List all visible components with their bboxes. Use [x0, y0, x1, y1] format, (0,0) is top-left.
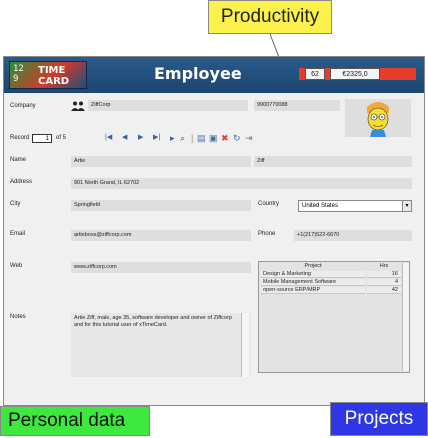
phone-label: Phone — [258, 231, 276, 237]
badge-accent-right — [380, 68, 416, 80]
timecard-window: 12 9 TIME CARD Employee 62 €2325,0 Compa… — [3, 56, 425, 406]
record-number-input[interactable]: 1 — [32, 134, 52, 143]
project-row-hours[interactable]: 42 — [367, 287, 401, 294]
refresh-icon[interactable]: ↻ — [233, 133, 241, 143]
last-name-field[interactable]: Ziff — [254, 156, 412, 167]
logo-text: TIME CARD — [38, 65, 69, 87]
country-select[interactable]: United States ▾ — [298, 200, 412, 212]
page-title: Employee — [154, 64, 242, 83]
project-row-hours[interactable]: 4 — [367, 279, 401, 286]
phone-field[interactable]: +1(217)522-6670 — [294, 230, 412, 241]
projects-table: Project Hrs Design & Marketing 16 Mobile… — [258, 261, 410, 373]
prev-record-button[interactable]: ◀ — [122, 133, 127, 141]
notes-scrollbar[interactable] — [241, 313, 249, 377]
next-record-button[interactable]: ▶ — [138, 133, 143, 141]
logo-digits: 12 9 — [13, 64, 24, 84]
notes-textarea[interactable]: Artie Ziff, male, age 35, software devel… — [71, 313, 251, 377]
email-label: Email — [10, 231, 26, 237]
delete-icon[interactable]: ✖ — [221, 133, 229, 143]
city-label: City — [10, 201, 21, 207]
company-label: Company — [10, 103, 36, 109]
logo-line-2: CARD — [38, 76, 70, 87]
address-field[interactable]: 901 North Grand, IL 62702 — [71, 178, 412, 189]
country-label: Country — [258, 201, 280, 207]
portrait-image-icon — [367, 102, 389, 137]
company-number-field[interactable]: 9900770088 — [254, 100, 340, 111]
callout-productivity: Productivity — [208, 0, 332, 34]
last-record-button[interactable]: ▶| — [153, 133, 160, 141]
project-row-name[interactable]: open-source ERP/MRP — [261, 287, 365, 294]
project-row-name[interactable]: Mobile Management Software — [261, 279, 365, 286]
exit-icon[interactable]: ⇥ — [245, 133, 253, 143]
separator-icon: | — [191, 133, 194, 143]
search-icon[interactable]: ⌕ — [180, 133, 185, 143]
web-label: Web — [10, 263, 23, 269]
save-icon[interactable]: ▣ — [209, 133, 218, 143]
hours-count-badge: 62 — [305, 68, 325, 80]
amount-badge: €2325,0 — [330, 68, 380, 80]
company-people-icon — [71, 101, 85, 111]
record-count-label: of 5 — [56, 135, 67, 141]
new-record-icon[interactable]: ▸ — [170, 133, 175, 143]
print-icon[interactable]: ▤ — [197, 133, 206, 143]
hours-column-header[interactable]: Hrs — [367, 263, 401, 270]
address-label: Address — [10, 179, 33, 185]
app-logo: 12 9 TIME CARD — [9, 61, 87, 89]
projects-scrollbar[interactable] — [402, 263, 409, 371]
project-row-name[interactable]: Design & Marketing — [261, 271, 365, 278]
logo-line-1: TIME — [38, 65, 66, 76]
callout-personal-data: Personal data — [0, 406, 150, 436]
country-value: United States — [302, 203, 339, 209]
notes-label: Notes — [10, 314, 26, 320]
employee-portrait — [345, 99, 411, 137]
city-field[interactable]: Springfield — [71, 200, 251, 211]
email-field[interactable]: artieboss@ziffcorp.com — [71, 230, 251, 241]
company-field[interactable]: ZiffCorp — [88, 100, 248, 111]
first-name-field[interactable]: Artie — [71, 156, 251, 167]
name-label: Name — [10, 157, 27, 163]
first-record-button[interactable]: |◀ — [105, 133, 112, 141]
callout-projects: Projects — [330, 402, 428, 436]
web-field[interactable]: www.ziffcorp.com — [71, 262, 251, 273]
project-row-hours[interactable]: 16 — [367, 271, 401, 278]
project-column-header[interactable]: Project — [261, 263, 365, 270]
record-label: Record — [10, 135, 30, 141]
header-bar: 12 9 TIME CARD Employee 62 €2325,0 — [4, 57, 424, 93]
chevron-down-icon[interactable]: ▾ — [402, 201, 411, 211]
